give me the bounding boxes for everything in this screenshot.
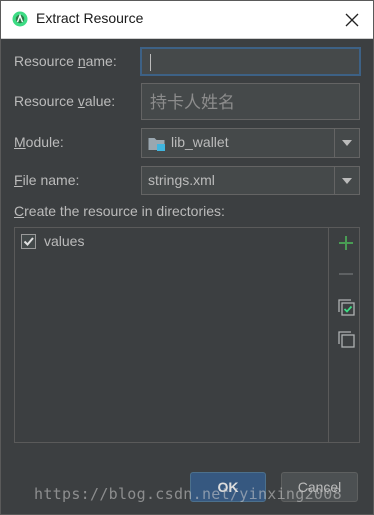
add-directory-button[interactable] [336,233,356,253]
resource-value-label: Resource value: [14,93,115,109]
resource-value-field[interactable]: 持卡人姓名 [141,83,360,120]
select-all-icon [337,298,355,316]
values-directory-label: values [44,233,85,249]
file-name-label: File name: [14,172,79,188]
watermark-text: https://blog.csdn.net/yinxing2008 [34,485,342,503]
module-label: Module: [14,134,64,150]
mnemonic: v [77,93,85,109]
plus-icon [339,236,353,250]
extract-resource-dialog: Extract Resource Resource name: Resource… [0,0,374,515]
chevron-down-icon [342,177,352,184]
select-all-button[interactable] [336,297,356,317]
file-name-combobox[interactable]: strings.xml [141,166,360,195]
label-text: alue: [84,93,116,109]
text-caret [150,54,151,71]
remove-directory-button[interactable] [336,264,356,284]
label-text: ile name: [22,172,80,188]
unselect-all-button[interactable] [336,329,356,349]
directories-label: Create the resource in directories: [14,203,225,219]
directories-panel: values [14,227,360,443]
label-text: reate the resource in directories: [24,203,225,219]
close-icon [345,13,359,27]
module-dropdown-button[interactable] [334,129,359,157]
file-name-dropdown-button[interactable] [334,167,359,194]
values-checkbox[interactable] [21,233,36,249]
android-studio-icon [12,11,28,27]
list-item[interactable]: values [21,233,84,249]
close-button[interactable] [339,7,365,33]
mnemonic: F [14,172,23,188]
module-value: lib_wallet [171,134,229,150]
file-name-value: strings.xml [148,172,215,188]
module-combobox[interactable]: lib_wallet [141,128,360,158]
module-folder-icon [148,138,165,151]
resource-value-text: 持卡人姓名 [150,93,235,112]
checkmark-icon [23,236,34,246]
resource-name-input[interactable] [142,49,359,74]
unselect-all-icon [337,330,355,348]
label-text: odule: [25,134,64,150]
mnemonic: M [14,134,26,150]
label-text: Resource [14,93,78,109]
resource-name-field[interactable] [141,48,360,75]
title-bar: Extract Resource [1,1,373,39]
resource-name-label: Resource name: [14,53,117,69]
mnemonic: C [14,203,25,219]
minus-icon [339,273,353,275]
label-text: ame: [85,53,117,69]
dialog-title: Extract Resource [36,10,144,26]
label-text: Resource [14,53,78,69]
directories-list: values [15,228,329,442]
mnemonic: n [77,53,86,69]
chevron-down-icon [342,140,352,146]
